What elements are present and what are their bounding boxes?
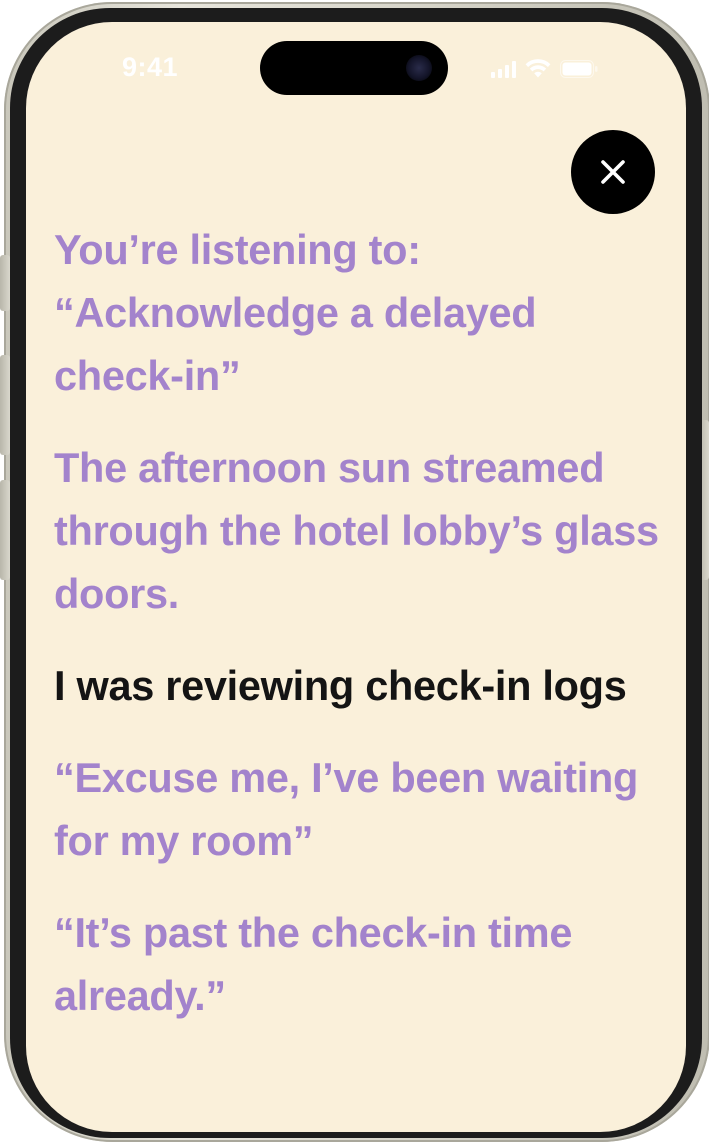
transcript-line: “It’s past the check-in time already.” [54, 909, 573, 1019]
lesson-title: “Acknowledge a delayed check-in” [54, 289, 537, 399]
wifi-icon [525, 59, 551, 78]
transcript-line: “Excuse me, I’ve been waiting for my roo… [54, 754, 639, 864]
transcript: You’re listening to: “Acknowledge a dela… [54, 218, 664, 1056]
screen: 9:41 You’re listening to: “Acknowledge a… [26, 22, 686, 1132]
cellular-signal-icon [491, 60, 516, 78]
status-bar: 9:41 [26, 22, 686, 112]
status-icons [491, 56, 598, 78]
listening-label: You’re listening to: [54, 226, 421, 273]
transcript-line-active: I was reviewing check-in logs [54, 662, 627, 709]
dynamic-island [260, 41, 448, 95]
front-camera [406, 55, 432, 81]
listening-header: You’re listening to: “Acknowledge a dela… [54, 218, 664, 407]
volume-down-button [0, 480, 10, 580]
transcript-line: The afternoon sun streamed through the h… [54, 444, 659, 617]
close-icon [601, 160, 625, 184]
battery-icon [560, 60, 598, 78]
close-button[interactable] [571, 130, 655, 214]
volume-up-button [0, 355, 10, 455]
status-time: 9:41 [122, 52, 179, 82]
action-button [0, 255, 10, 311]
